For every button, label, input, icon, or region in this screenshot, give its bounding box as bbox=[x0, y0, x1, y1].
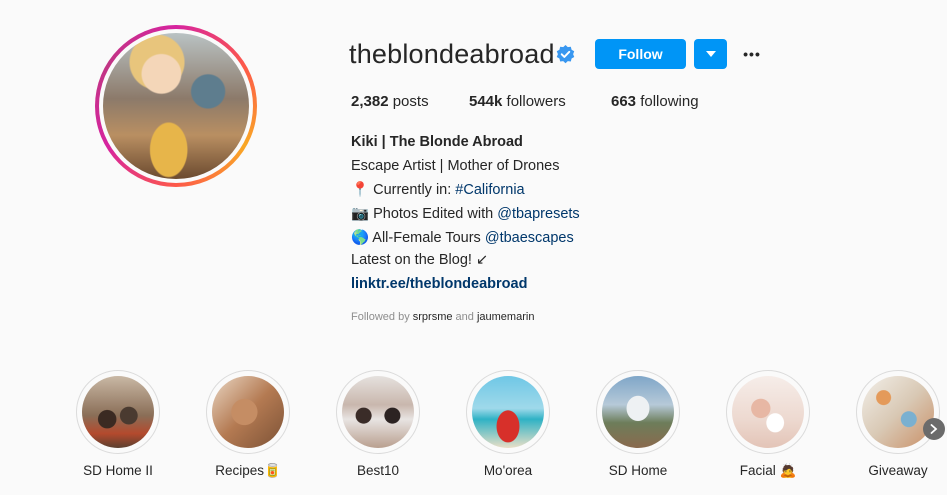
posts-label: posts bbox=[388, 93, 429, 110]
bio-line-4-text: All-Female Tours bbox=[369, 230, 485, 246]
posts-count: 2,382 posts bbox=[351, 93, 429, 110]
highlight-cover bbox=[732, 376, 804, 448]
highlight-label: Giveaway bbox=[868, 463, 928, 478]
profile-username: theblondeabroad bbox=[349, 39, 555, 69]
pin-icon: 📍 bbox=[351, 182, 370, 198]
highlight-label: Facial 🙇 bbox=[739, 463, 797, 478]
highlight-ring bbox=[856, 370, 940, 454]
bio-line-2-text: Currently in: bbox=[369, 182, 456, 198]
followed-by-user-2[interactable]: jaumemarin bbox=[477, 311, 534, 323]
globe-icon: 🌎 bbox=[351, 230, 370, 246]
highlight-cover bbox=[472, 376, 544, 448]
highlight-label: SD Home II bbox=[83, 463, 153, 478]
highlight-label: Mo'orea bbox=[483, 463, 533, 478]
profile-full-name: Kiki | The Blonde Abroad bbox=[351, 134, 523, 150]
followed-by-user-1[interactable]: srprsme bbox=[413, 311, 453, 323]
verified-badge-icon bbox=[556, 45, 575, 64]
highlights-next-button[interactable] bbox=[923, 418, 945, 440]
posts-value: 2,382 bbox=[351, 93, 389, 110]
highlight-cover bbox=[862, 376, 934, 448]
highlight-ring bbox=[206, 370, 290, 454]
highlight-ring bbox=[336, 370, 420, 454]
highlight-label: Best10 bbox=[356, 463, 400, 478]
profile-avatar[interactable] bbox=[95, 25, 257, 187]
highlight-facial[interactable]: Facial 🙇 bbox=[718, 370, 818, 479]
followed-by-prefix: Followed by bbox=[351, 311, 413, 323]
bio-line-3: 📷 Photos Edited with @tbapresets bbox=[351, 205, 580, 222]
follow-button[interactable]: Follow bbox=[595, 39, 686, 69]
highlight-label: SD Home bbox=[608, 463, 668, 478]
following-count[interactable]: 663 following bbox=[611, 93, 699, 110]
highlight-cover bbox=[82, 376, 154, 448]
highlight-sd-home[interactable]: SD Home bbox=[588, 370, 688, 478]
followers-count[interactable]: 544k followers bbox=[469, 93, 566, 110]
avatar-photo bbox=[103, 33, 249, 179]
hashtag-link[interactable]: #California bbox=[455, 182, 524, 198]
highlight-best10[interactable]: Best10 bbox=[328, 370, 428, 478]
bio-line-3-text: Photos Edited with bbox=[369, 206, 498, 222]
bio-line-5: Latest on the Blog! ↙ bbox=[351, 252, 489, 268]
followers-value: 544k bbox=[469, 93, 503, 110]
suggested-accounts-button[interactable] bbox=[694, 39, 727, 69]
bio-line-2: 📍 Currently in: #California bbox=[351, 181, 525, 198]
following-label: following bbox=[636, 93, 699, 110]
more-options-icon: ••• bbox=[743, 46, 761, 62]
highlight-moorea[interactable]: Mo'orea bbox=[458, 370, 558, 478]
website-link[interactable]: linktr.ee/theblondeabroad bbox=[351, 276, 527, 292]
followers-label: followers bbox=[502, 93, 566, 110]
bio-line-1: Escape Artist | Mother of Drones bbox=[351, 158, 560, 174]
highlight-ring bbox=[726, 370, 810, 454]
highlight-sd-home-ii[interactable]: SD Home II bbox=[68, 370, 168, 478]
bio-line-4: 🌎 All-Female Tours @tbaescapes bbox=[351, 229, 574, 246]
highlight-cover bbox=[342, 376, 414, 448]
more-options-button[interactable]: ••• bbox=[740, 42, 764, 66]
chevron-right-icon bbox=[930, 424, 938, 434]
mention-link-tbaescapes[interactable]: @tbaescapes bbox=[485, 230, 574, 246]
highlight-recipes[interactable]: Recipes🥫 bbox=[198, 370, 298, 479]
following-value: 663 bbox=[611, 93, 637, 110]
mention-link-tbapresets[interactable]: @tbapresets bbox=[497, 206, 579, 222]
camera-icon: 📷 bbox=[351, 206, 370, 222]
highlight-ring bbox=[466, 370, 550, 454]
highlight-label: Recipes🥫 bbox=[215, 463, 281, 478]
followed-by-and: and bbox=[452, 311, 477, 323]
chevron-down-icon bbox=[705, 51, 716, 57]
followed-by[interactable]: Followed by srprsme and jaumemarin bbox=[351, 311, 534, 323]
highlight-ring bbox=[76, 370, 160, 454]
highlight-cover bbox=[602, 376, 674, 448]
highlight-ring bbox=[596, 370, 680, 454]
highlight-cover bbox=[212, 376, 284, 448]
